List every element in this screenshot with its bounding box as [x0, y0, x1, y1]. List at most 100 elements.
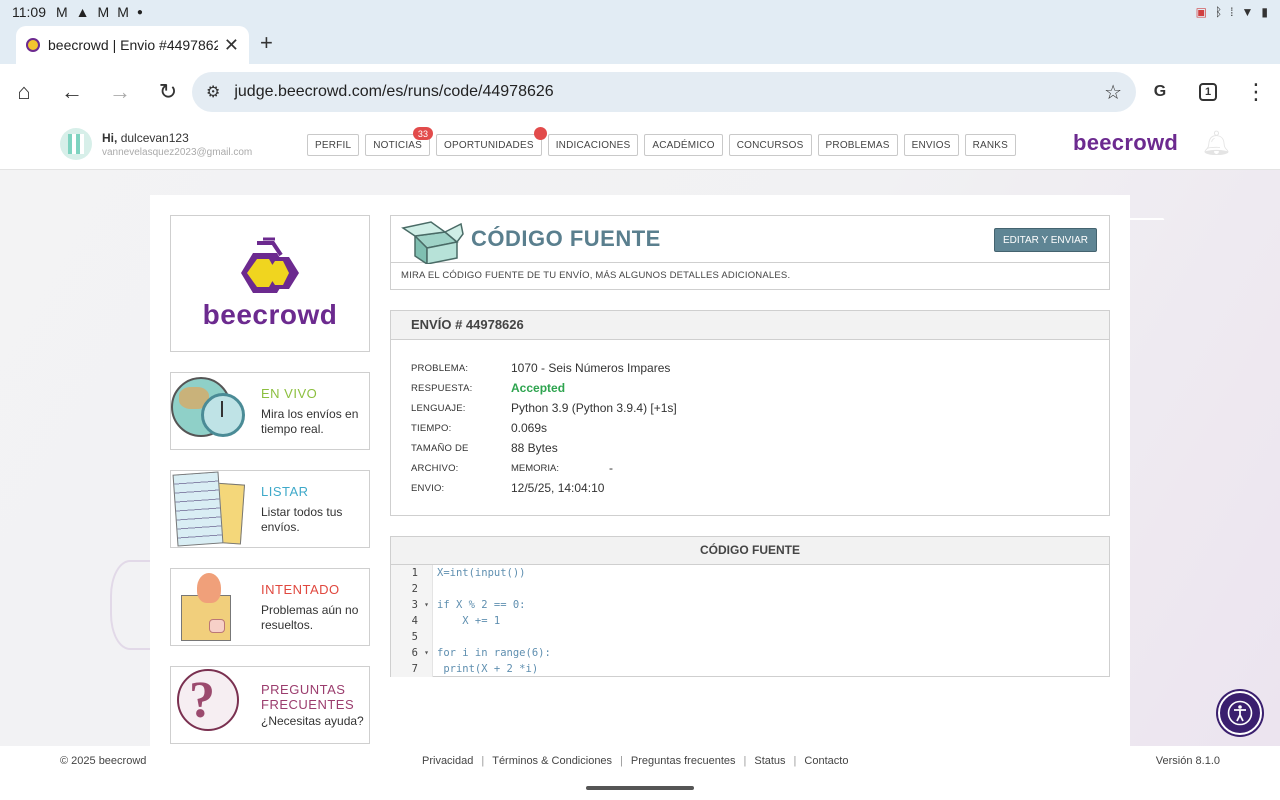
gesture-home-bar[interactable] — [586, 786, 694, 790]
code-editor[interactable]: 1 2 3 ▾ 4 5 6 ▾ 7 X=int(input()) if X % 2 … — [391, 565, 1109, 677]
detail-row-tiempo: TIEMPO: 0.069s — [411, 418, 1089, 438]
nav-label: CONCURSOS — [736, 139, 804, 151]
problem-link[interactable]: 1070 - Seis Números Impares — [511, 361, 670, 375]
brand-logo[interactable]: beecrowd — [1073, 130, 1178, 156]
sidebar-item-title: LISTAR — [261, 483, 309, 499]
copyright: © 2025 beecrowd — [60, 755, 147, 767]
code-line: if X % 2 == 0: — [437, 599, 526, 611]
open-box-icon — [401, 221, 464, 264]
sidebar-item-title: EN VIVO — [261, 385, 318, 401]
nav-label: OPORTUNIDADES — [444, 139, 534, 151]
browser-toolbar: ⌂ ← → ↻ ⚙ judge.beecrowd.com/es/runs/cod… — [0, 64, 1280, 120]
footer-link-terminos[interactable]: Términos & Condiciones — [492, 755, 612, 767]
tab-count: 1 — [1199, 83, 1217, 101]
detail-label: TAMAÑO DE — [411, 442, 469, 454]
nav-perfil[interactable]: PERFIL — [307, 134, 360, 156]
line-number: 3 ▾ — [391, 597, 432, 613]
detail-row-respuesta: RESPUESTA: Accepted — [411, 378, 1089, 398]
detail-value: 12/5/25, 14:04:10 — [511, 481, 605, 495]
sidebar-item-title: PREGUNTAS FRECUENTES — [261, 681, 355, 712]
nav-academico[interactable]: ACADÉMICO — [644, 134, 723, 156]
nav-label: RANKS — [972, 139, 1009, 151]
user-info[interactable]: Hi, dulcevan123 vannevelasquez2023@gmail… — [60, 128, 252, 160]
user-email: vannevelasquez2023@gmail.com — [102, 146, 253, 158]
burning-box-icon — [171, 569, 247, 645]
sidebar-item-desc: ¿Necesitas ayuda? — [261, 713, 364, 728]
nav-label: INDICACIONES — [555, 139, 631, 151]
vibrate-icon: ⁞ — [1230, 5, 1234, 19]
nav-ranks[interactable]: RANKS — [964, 134, 1017, 156]
sidebar-item-title: INTENTADO — [261, 581, 340, 597]
sidebar-item-intentado[interactable]: INTENTADO Problemas aún no resueltos. — [170, 568, 370, 646]
nav-concursos[interactable]: CONCURSOS — [728, 134, 812, 156]
code-heading: CÓDIGO FUENTE — [391, 537, 1109, 565]
code-line: for i in range(6): — [437, 647, 551, 659]
beecrowd-favicon-icon — [26, 38, 40, 52]
detail-label: ENVIO: — [411, 482, 445, 494]
page-title: CÓDIGO FUENTE — [471, 226, 661, 251]
separator: | — [743, 755, 747, 767]
line-number: 4 — [391, 613, 432, 629]
footer-link-status[interactable]: Status — [754, 755, 785, 767]
sidebar-item-preguntas-frecuentes[interactable]: ? PREGUNTAS FRECUENTES ¿Necesitas ayuda? — [170, 666, 370, 744]
reload-icon[interactable]: ↻ — [144, 68, 192, 116]
source-code-panel: CÓDIGO FUENTE 1 2 3 ▾ 4 5 6 ▾ 7 X=int(inpu… — [390, 536, 1110, 677]
footer-links: Privacidad | Términos & Condiciones | Pr… — [422, 755, 848, 767]
globe-clock-icon — [171, 373, 247, 449]
sidebar-item-listar[interactable]: LISTAR Listar todos tus envíos. — [170, 470, 370, 548]
wifi-icon: ▼ — [1241, 5, 1254, 19]
nav-noticias[interactable]: NOTICIAS 33 — [365, 127, 434, 156]
main-nav: PERFIL NOTICIAS 33 OPORTUNIDADES INDICACI… — [307, 127, 1017, 156]
footer-link-contacto[interactable]: Contacto — [804, 755, 848, 767]
bookmark-star-icon[interactable]: ☆ — [1104, 80, 1122, 105]
username: dulcevan123 — [120, 130, 189, 145]
detail-value: - — [609, 461, 614, 475]
bluetooth-icon: ᛒ — [1214, 5, 1223, 19]
url-text[interactable]: judge.beecrowd.com/es/runs/code/44978626 — [234, 83, 1104, 101]
sidebar-item-en-vivo[interactable]: EN VIVO Mira los envíos en tiempo real. — [170, 372, 370, 450]
edit-and-submit-button[interactable]: EDITAR Y ENVIAR — [993, 228, 1097, 252]
line-number: 2 — [391, 581, 432, 597]
detail-row-tamano: TAMAÑO DE 88 Bytes — [411, 438, 1089, 458]
footer-link-preguntas[interactable]: Preguntas frecuentes — [631, 755, 736, 767]
main-card: beecrowd EN VIVO Mira los envíos en tiem… — [150, 195, 1130, 750]
list-documents-icon — [171, 471, 247, 547]
site-settings-icon[interactable]: ⚙ — [206, 82, 220, 102]
translate-icon[interactable]: G — [1136, 68, 1184, 116]
more-menu-icon[interactable]: ⋮ — [1232, 68, 1280, 116]
battery-icon: ▮ — [1261, 5, 1268, 19]
fold-arrow-icon[interactable]: ▾ — [424, 597, 429, 613]
tab-switcher-button[interactable]: 1 — [1184, 68, 1232, 116]
beecrowd-logo-panel[interactable]: beecrowd — [170, 215, 370, 352]
accessibility-button[interactable] — [1218, 691, 1262, 735]
nav-oportunidades[interactable]: OPORTUNIDADES — [436, 127, 547, 156]
notification-badge: 33 — [413, 127, 434, 140]
bell-icon[interactable]: 🔔︎ — [1201, 129, 1231, 158]
nav-envios[interactable]: ENVIOS — [903, 134, 959, 156]
address-bar[interactable]: ⚙ judge.beecrowd.com/es/runs/code/449786… — [192, 72, 1136, 112]
code-line: print(X + 2 *i) — [437, 663, 539, 675]
line-number-gutter: 1 2 3 ▾ 4 5 6 ▾ 7 — [391, 565, 433, 677]
avatar[interactable] — [60, 128, 92, 160]
back-icon[interactable]: ← — [48, 68, 96, 116]
question-mark-icon: ? — [171, 667, 247, 743]
close-icon[interactable]: ✕ — [224, 35, 239, 56]
sidebar-item-desc: Problemas aún no resueltos. — [261, 602, 359, 632]
footer-link-privacidad[interactable]: Privacidad — [422, 755, 473, 767]
detail-label: ARCHIVO: — [411, 462, 459, 474]
page-subtitle: MIRA EL CÓDIGO FUENTE DE TU ENVÍO, MÁS A… — [401, 270, 791, 281]
gmail-icon: M — [56, 4, 68, 20]
home-icon[interactable]: ⌂ — [0, 68, 48, 116]
verdict-value: Accepted — [511, 381, 566, 395]
forward-icon[interactable]: → — [96, 68, 144, 116]
new-tab-icon[interactable]: + — [260, 30, 273, 56]
fold-arrow-icon[interactable]: ▾ — [424, 645, 429, 661]
nav-problemas[interactable]: PROBLEMAS — [817, 134, 898, 156]
nav-label: ENVIOS — [911, 139, 951, 151]
nav-indicaciones[interactable]: INDICACIONES — [547, 134, 639, 156]
detail-sublabel: MEMORIA: — [511, 462, 560, 474]
detail-value: 88 Bytes — [511, 441, 558, 455]
browser-tab[interactable]: beecrowd | Envio #44978626 ✕ — [16, 26, 249, 64]
